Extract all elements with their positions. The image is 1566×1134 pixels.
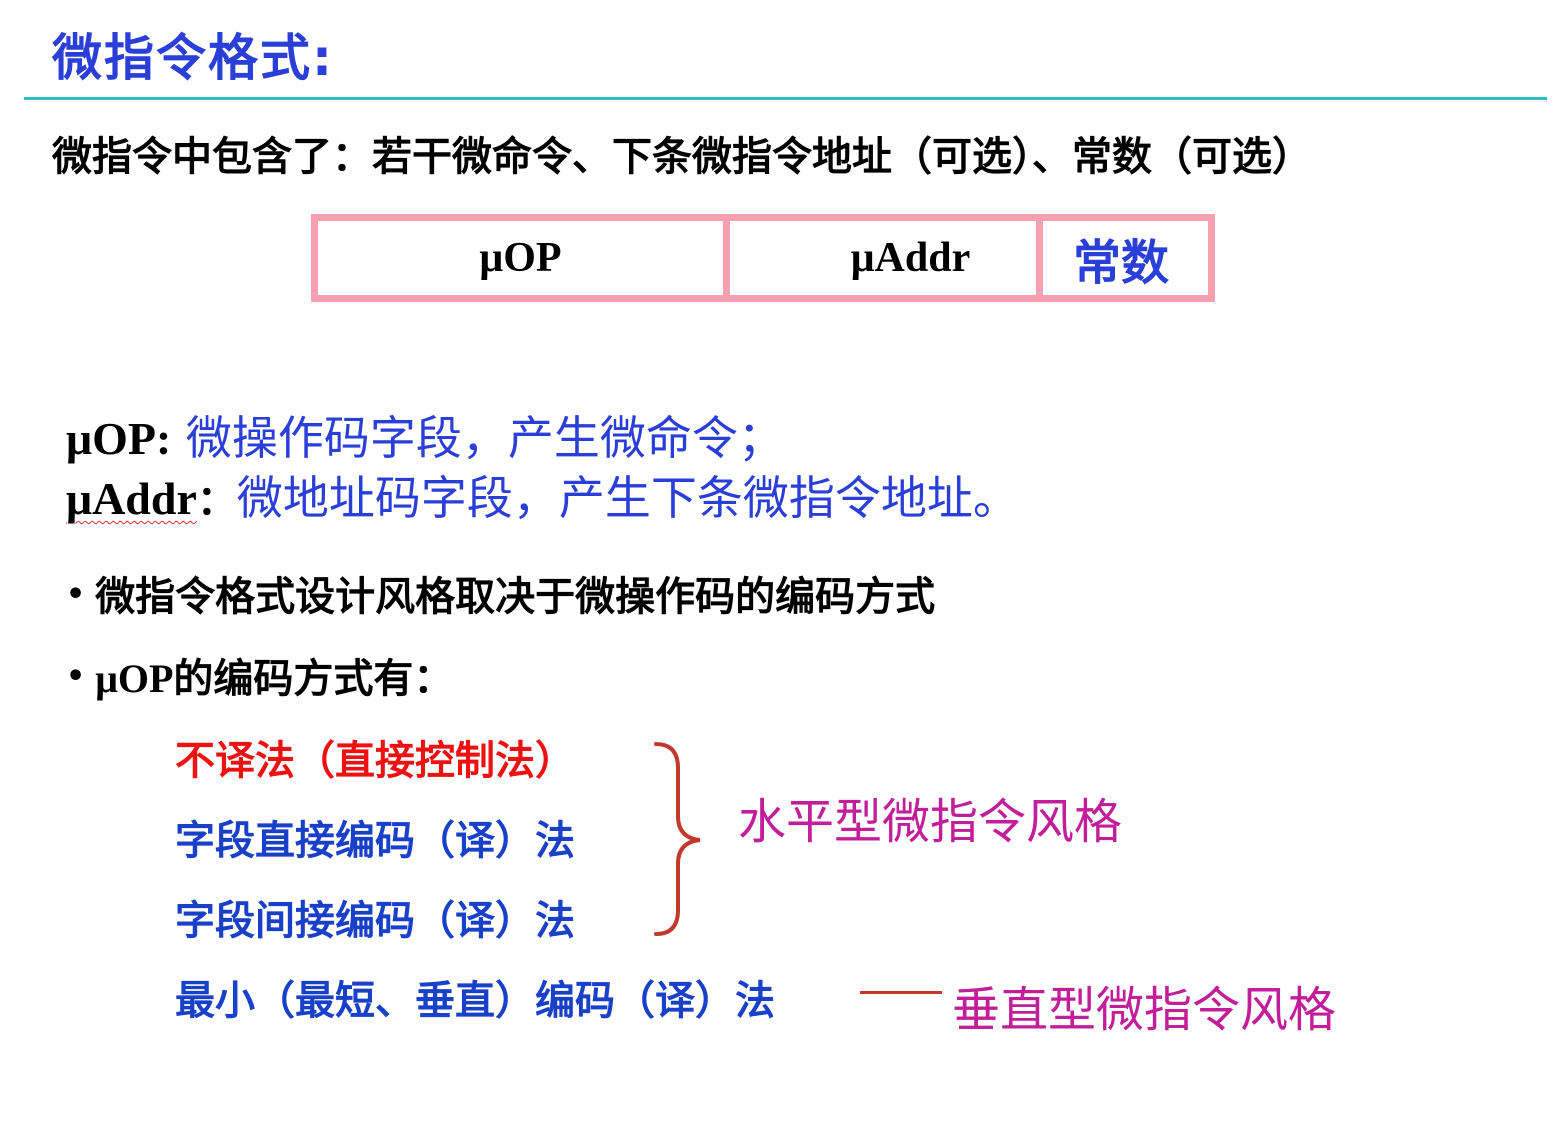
bullet-encoding-methods: • μOP的编码方式有： [66,646,453,704]
field-uop: μOP [318,221,723,295]
field-uop-label: μOP [479,235,562,281]
definition-uaddr-key: μAddr [66,473,197,524]
vertical-style-label: 垂直型微指令风格 [952,982,1337,1038]
bullet-dot: • [66,659,86,694]
method-minimal-encoding: 最小（最短、垂直）编码（译）法 [175,978,775,1024]
definition-uaddr: μAddr：微地址码字段，产生下条微指令地址。 [66,462,1019,528]
microinstruction-format-diagram: μOP μAddr 常数 [311,214,1215,302]
brace-icon [654,742,701,936]
method-direct-control: 不译法（直接控制法） [175,738,575,784]
method-field-direct: 字段直接编码（译）法 [175,818,575,864]
definition-uop-value: 微操作码字段，产生微命令； [171,411,784,465]
field-constant-label: 常数 [1073,235,1170,291]
bullet-design-style: • 微指令格式设计风格取决于微操作码的编码方式 [66,564,935,622]
field-uaddr-label: μAddr [850,235,971,281]
field-divider [723,221,730,295]
definition-uop: μOP: 微操作码字段，产生微命令； [66,402,784,468]
field-uaddr: μAddr [730,221,1036,295]
bullet-dot: • [66,577,86,612]
definition-uaddr-sep: ： [196,478,237,523]
bullet-encoding-text: 的编码方式有： [173,656,454,702]
method-field-indirect: 字段间接编码（译）法 [175,898,575,944]
horizontal-style-label: 水平型微指令风格 [738,794,1123,850]
connector-line [860,991,942,994]
bullet-design-style-text: 微指令格式设计风格取决于微操作码的编码方式 [95,574,936,620]
field-constant: 常数 [1043,221,1208,295]
field-divider [1036,221,1043,295]
bullet-encoding-prefix: μOP [95,656,174,701]
page-title: 微指令格式: [52,29,334,87]
intro-text: 微指令中包含了：若干微命令、下条微指令地址（可选）、常数（可选） [52,134,1312,180]
title-divider [24,97,1547,100]
definition-uaddr-value: 微地址码字段，产生下条微指令地址。 [236,471,1019,525]
definition-uop-key: μOP: [66,413,172,464]
